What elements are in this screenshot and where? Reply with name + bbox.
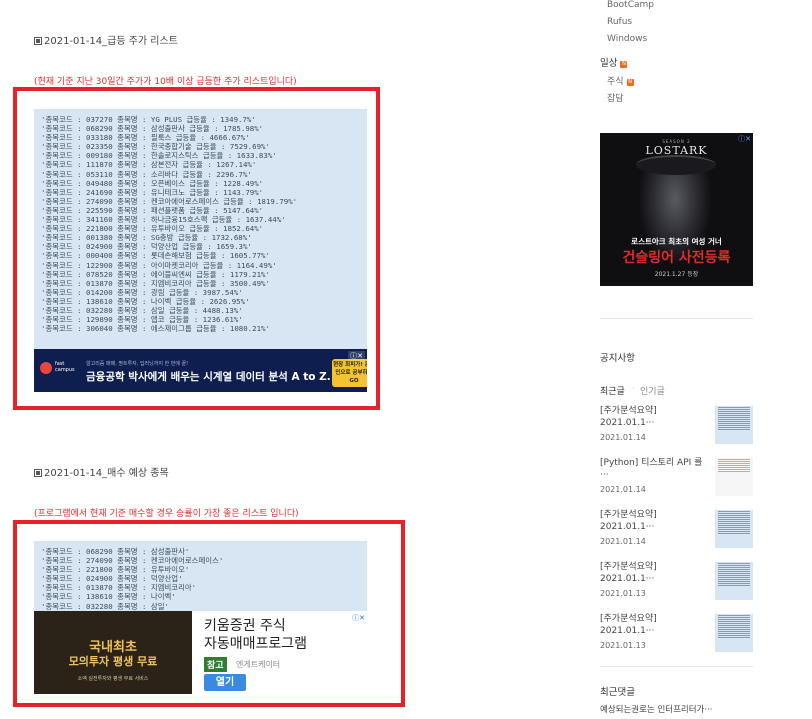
sidebar-link-stock[interactable]: 주식 N [607,74,634,87]
stock-line: '종목코드 : 000400 종목명 : 롯데손해보험 급등율 : 1605.7… [41,251,270,261]
section2-title: 2021-01-14_매수 예상 종목 [34,464,169,479]
ad-banner-image[interactable]: 국내최초 모의투자 평생 무료 소액 실전투자와 평생 무료 서비스 [34,611,192,694]
ad-advertiser: 엔게트케이터 [236,660,281,669]
stock-line: '종목코드 : 111870 종목명 : 삼본전자 급등율 : 1267.14%… [41,160,257,170]
sidebar-link-bootcamp[interactable]: BootCamp [607,0,654,10]
sidebar-divider [600,318,753,319]
recent-post-title[interactable]: [주가분석요약] 2021.01.1··· [600,613,708,637]
stock-line: '종목코드 : 138610 종목명 : 나이벡' [41,592,176,602]
ad-open-button[interactable]: 열기 [204,674,246,691]
stock-line: '종목코드 : 078520 종목명 : 에이블씨엔씨 급등율 : 1179.2… [41,269,270,279]
stock-line: '종목코드 : 024900 종목명 : 덕양산업 급등율 : 1659.3%' [41,242,252,252]
notice-heading[interactable]: 공지사항 [600,350,635,364]
stock-line: '종목코드 : 001380 종목명 : SG충방 급등율 : 1732.68%… [41,233,252,243]
recent-comments-heading[interactable]: 최근댓글 [600,684,635,698]
lostark-ad[interactable]: SEASON 2 LOSTARK 로스트아크 최초의 여성 거너 건슬링어 사전… [600,133,753,286]
ad-close-icon[interactable]: ⓘ✕ [738,134,751,144]
recent-post-date: 2021.01.13 [600,589,646,598]
stock-line: '종목코드 : 024900 종목명 : 덕양산업' [41,574,183,584]
tab-separator: · [632,384,635,394]
stock-line: '종목코드 : 341160 종목명 : 하나금융15호스팩 급등율 : 163… [41,215,286,225]
stock-line: '종목코드 : 068290 종목명 : 삼성출판사' [41,547,190,556]
ad-close-icon[interactable]: ⓘ✕ [348,351,365,361]
stock-line: '종목코드 : 221800 종목명 : 유투바이오' [41,565,190,575]
stock-line: '종목코드 : 009180 종목명 : 한솔로지스틱스 급등율 : 1633.… [41,151,277,161]
recent-comment-item[interactable]: 예상되는권로는 인터프리터가··· [600,703,712,715]
recent-post-thumbnail[interactable] [715,614,753,652]
recent-post-thumbnail[interactable] [715,458,753,496]
ad-headline[interactable]: 금융공학 박사에게 배우는 시계열 데이터 분석 A to Z. [86,369,331,384]
ad-title-line2[interactable]: 자동매매프로그램 [204,633,307,653]
ad-title-line1[interactable]: 키움증권 주식 [204,615,286,635]
fastcampus-logo-icon [40,362,52,374]
kiwoom-ad[interactable]: 국내최초 모의투자 평생 무료 소액 실전투자와 평생 무료 서비스 키움증권 … [34,611,367,694]
square-bullet-icon [34,469,42,477]
stock-line: '종목코드 : 049480 종목명 : 오픈베이스 급등율 : 1228.49… [41,178,264,188]
stock-line: '종목코드 : 068290 종목명 : 삼성출판사 급등율 : 1785.98… [41,124,264,134]
ad-close-icon[interactable]: ⓘ✕ [352,613,365,623]
stock-line: '종목코드 : 221800 종목명 : 유투바이오 급등율 : 1852.64… [41,224,264,234]
stock-line: '종목코드 : 014200 종목명 : 광림 급등율 : 3987.54%' [41,287,243,297]
sidebar-link-chat[interactable]: 잡담 [607,91,624,104]
recent-post-title[interactable]: [Python] 티스토리 API 를··· [600,457,708,481]
stock-line: '종목코드 : 274090 종목명 : 켄코아에어로스페이스 급등율 : 18… [41,196,298,206]
stock-line: '종목코드 : 013870 종목명 : 지엠비코리아 급등율 : 3500.4… [41,278,270,288]
stock-surge-screenshot: '종목코드 : 037270 종목명 : YG PLUS 급등율 : 1349.… [34,109,367,349]
sidebar-link-windows[interactable]: Windows [607,34,647,44]
new-badge: N [626,79,634,86]
hat-shape [636,155,716,175]
sidebar-link-rufus[interactable]: Rufus [607,17,632,27]
section2-description: (프로그램에서 현재 기준 매수할 경우 승률이 가장 좋은 리스트 입니다) [34,509,299,519]
section1-description: (현재 기준 지난 30일간 주가가 10배 이상 급등한 주가 리스트입니다) [34,77,297,87]
recent-post-thumbnail[interactable] [715,510,753,548]
ad-cta-button[interactable]: 현장 회피가! 온라인으로 공부하기 GO [332,359,367,387]
tab-popular-posts[interactable]: 인기글 [640,384,665,397]
ad-tag: 참고 [204,657,227,672]
recent-post-date: 2021.01.13 [600,641,646,650]
recent-post-thumbnail[interactable] [715,562,753,600]
stock-line: '종목코드 : 053110 종목명 : 소리바다 급등율 : 2296.7%' [41,169,252,179]
stock-line: '종목코드 : 129890 종목명 : 앱코 급등율 : 1236.61%' [41,315,243,325]
new-badge: N [620,61,628,68]
stock-line: '종목코드 : 306040 종목명 : 에스제이그룹 급등율 : 1080.2… [41,324,270,334]
stock-line: '종목코드 : 013870 종목명 : 지엠비코리아' [41,583,197,593]
square-bullet-icon [34,37,42,45]
stock-line: '종목코드 : 274090 종목명 : 켄코아에어로스페이스' [41,556,224,566]
sidebar-divider [600,666,753,667]
recent-post-title[interactable]: [주가분석요약] 2021.01.1··· [600,509,708,533]
section1-title: 2021-01-14_급등 주가 리스트 [34,32,178,47]
sidebar-category-daily[interactable]: 일상 N [600,55,628,69]
stock-line: '종목코드 : 037270 종목명 : YG PLUS 급등율 : 1349.… [41,115,256,124]
stock-line: '종목코드 : 241690 종목명 : 유니테크노 급등율 : 1143.79… [41,187,264,197]
ad-brand: fast campus [55,361,75,373]
recent-post-date: 2021.01.14 [600,485,646,494]
stock-line: '종목코드 : 023350 종목명 : 한국종합기술 급등율 : 7529.6… [41,142,270,152]
ad-subtext: 알고리즘 매매, 퀀트투자, 딥러닝까지 한 번에 끝! [86,361,189,367]
stock-line: '종목코드 : 138610 종목명 : 나이벡 급등율 : 2626.95%' [41,296,250,306]
buy-prediction-screenshot: '종목코드 : 068290 종목명 : 삼성출판사' '종목코드 : 27409… [34,541,367,611]
recent-post-title[interactable]: [주가분석요약] 2021.01.1··· [600,405,708,429]
stock-line: '종목코드 : 225590 종목명 : 패션플랫폼 급등율 : 5147.64… [41,205,264,215]
recent-post-date: 2021.01.14 [600,433,646,442]
fastcampus-ad[interactable]: fast campus 알고리즘 매매, 퀀트투자, 딥러닝까지 한 번에 끝!… [34,349,367,392]
recent-post-thumbnail[interactable] [715,406,753,444]
recent-post-date: 2021.01.14 [600,537,646,546]
lostark-logo: LOSTARK [645,144,708,157]
stock-line: '종목코드 : 032280 종목명 : 삼일' [41,601,169,611]
tab-recent-posts[interactable]: 최근글 [600,384,625,397]
recent-post-title[interactable]: [주가분석요약] 2021.01.1··· [600,561,708,585]
stock-line: '종목코드 : 032280 종목명 : 삼일 급등율 : 4488.13%' [41,305,243,315]
stock-line: '종목코드 : 122900 종목명 : 아이마켓코리아 급등율 : 1164.… [41,260,277,270]
stock-line: '종목코드 : 033180 종목명 : 필룩스 급등율 : 4666.67%' [41,133,250,143]
